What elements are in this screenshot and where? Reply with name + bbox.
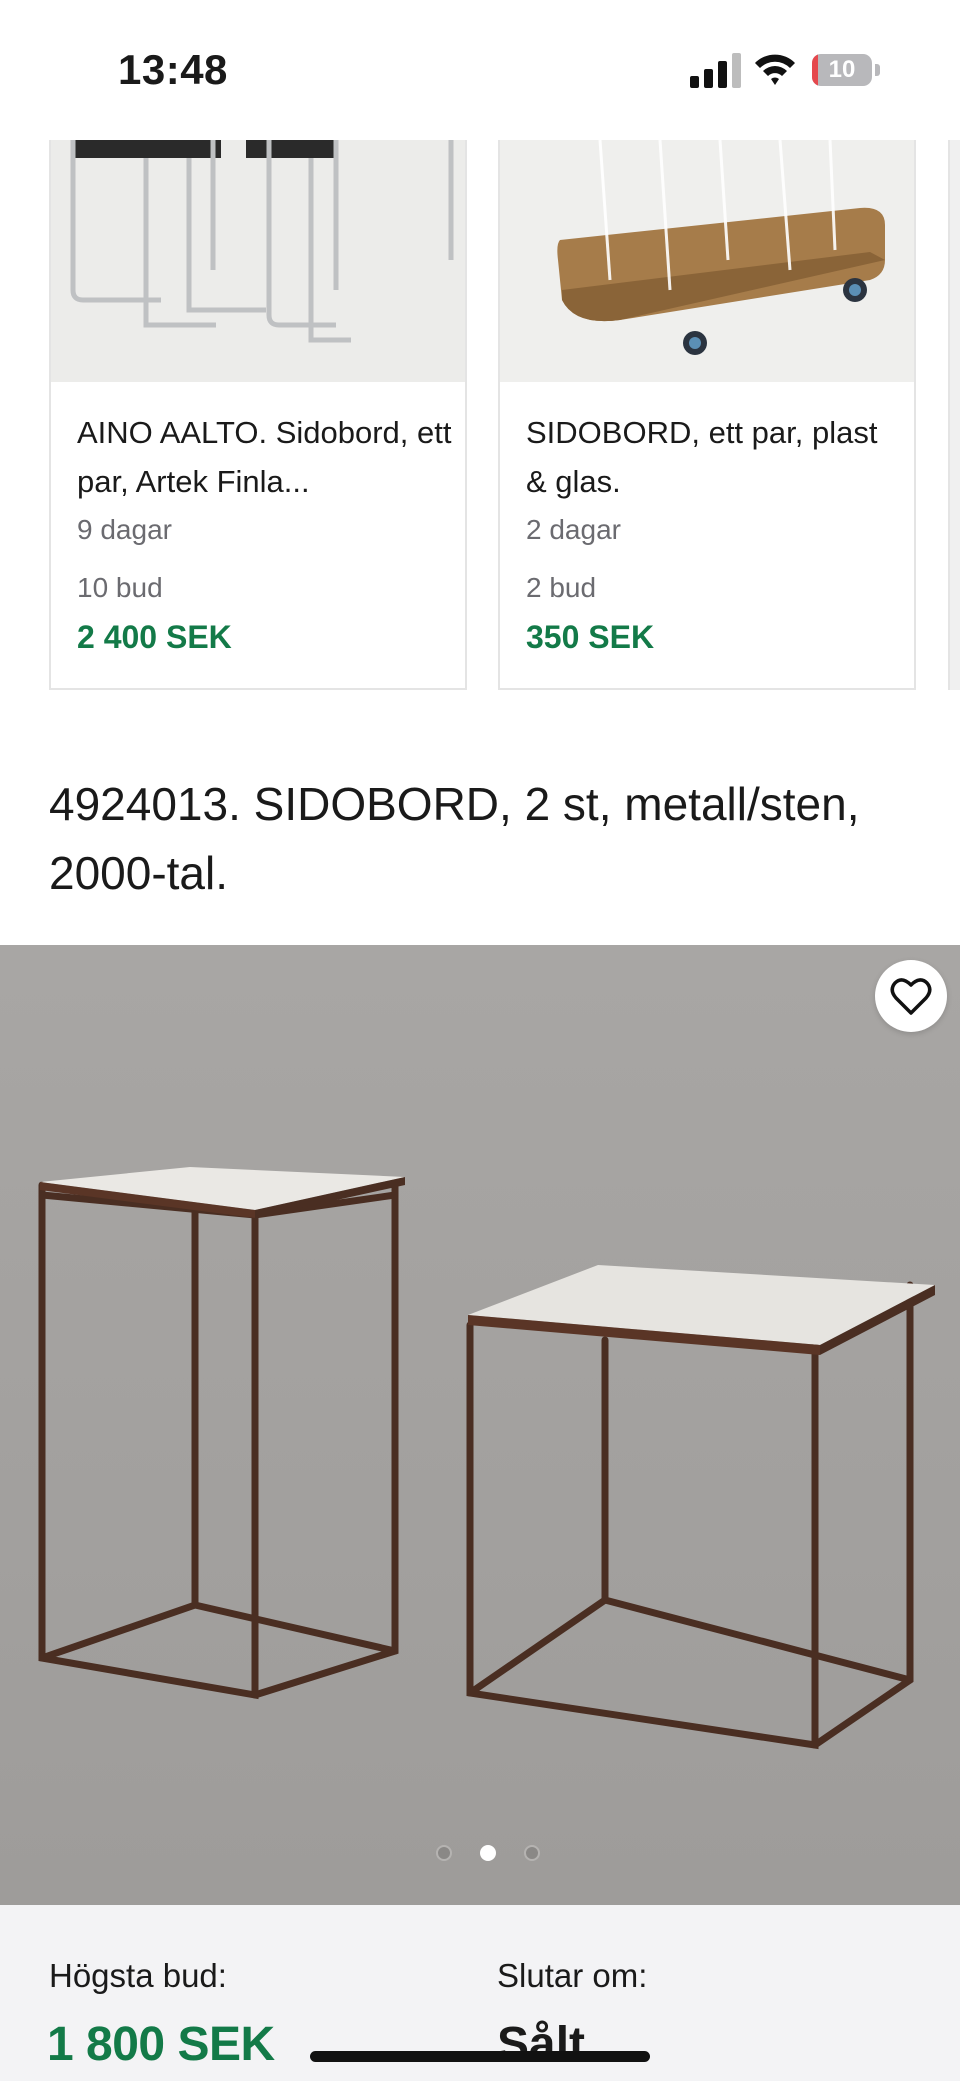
ends-in-value: Sålt (497, 2018, 586, 2071)
image-pagination[interactable] (420, 1845, 540, 1865)
item-bid-count: 2 bud (526, 572, 597, 603)
status-bar: 13:48 10 (0, 0, 960, 140)
item-price: 2 400 SEK (77, 619, 232, 655)
related-items-carousel[interactable]: AINO AALTO. Sidobord, ett par, Artek Fin… (0, 140, 960, 695)
related-item-card-peek[interactable] (948, 140, 960, 690)
wifi-icon (755, 54, 795, 85)
item-bid-count: 10 bud (77, 572, 163, 603)
related-item-card[interactable]: AINO AALTO. Sidobord, ett par, Artek Fin… (49, 140, 467, 690)
cellular-signal-icon (690, 53, 741, 88)
item-thumbnail (500, 140, 914, 382)
ends-in-label: Slutar om: (497, 1957, 648, 1994)
pagination-dot[interactable] (524, 1845, 540, 1861)
battery-level: 10 (828, 56, 856, 83)
favorite-button[interactable] (875, 960, 947, 1032)
item-time-left: 2 dagar (526, 514, 621, 545)
pagination-dot[interactable] (436, 1845, 452, 1861)
bid-summary-bar: Högsta bud: Slutar om: 1 800 SEK Sålt (0, 1905, 960, 2081)
item-time-left: 9 dagar (77, 514, 172, 545)
item-price: 350 SEK (526, 619, 655, 655)
item-title: SIDOBORD, ett par, plast & glas. (526, 415, 878, 499)
heart-outline-icon (890, 978, 932, 1015)
home-indicator[interactable] (310, 2051, 650, 2062)
highest-bid-label: Högsta bud: (49, 1957, 227, 1994)
status-time: 13:48 (118, 46, 228, 93)
highest-bid-value: 1 800 SEK (47, 2018, 275, 2071)
battery-icon: 10 (812, 54, 882, 88)
pagination-dot[interactable] (480, 1845, 496, 1861)
product-image[interactable] (0, 945, 960, 1905)
related-item-card[interactable]: SIDOBORD, ett par, plast & glas. 2 dagar… (498, 140, 916, 690)
item-title: AINO AALTO. Sidobord, ett par, Artek Fin… (77, 415, 452, 499)
lot-title: 4924013. SIDOBORD, 2 st, metall/sten, 20… (49, 778, 860, 899)
item-thumbnail (51, 140, 465, 382)
